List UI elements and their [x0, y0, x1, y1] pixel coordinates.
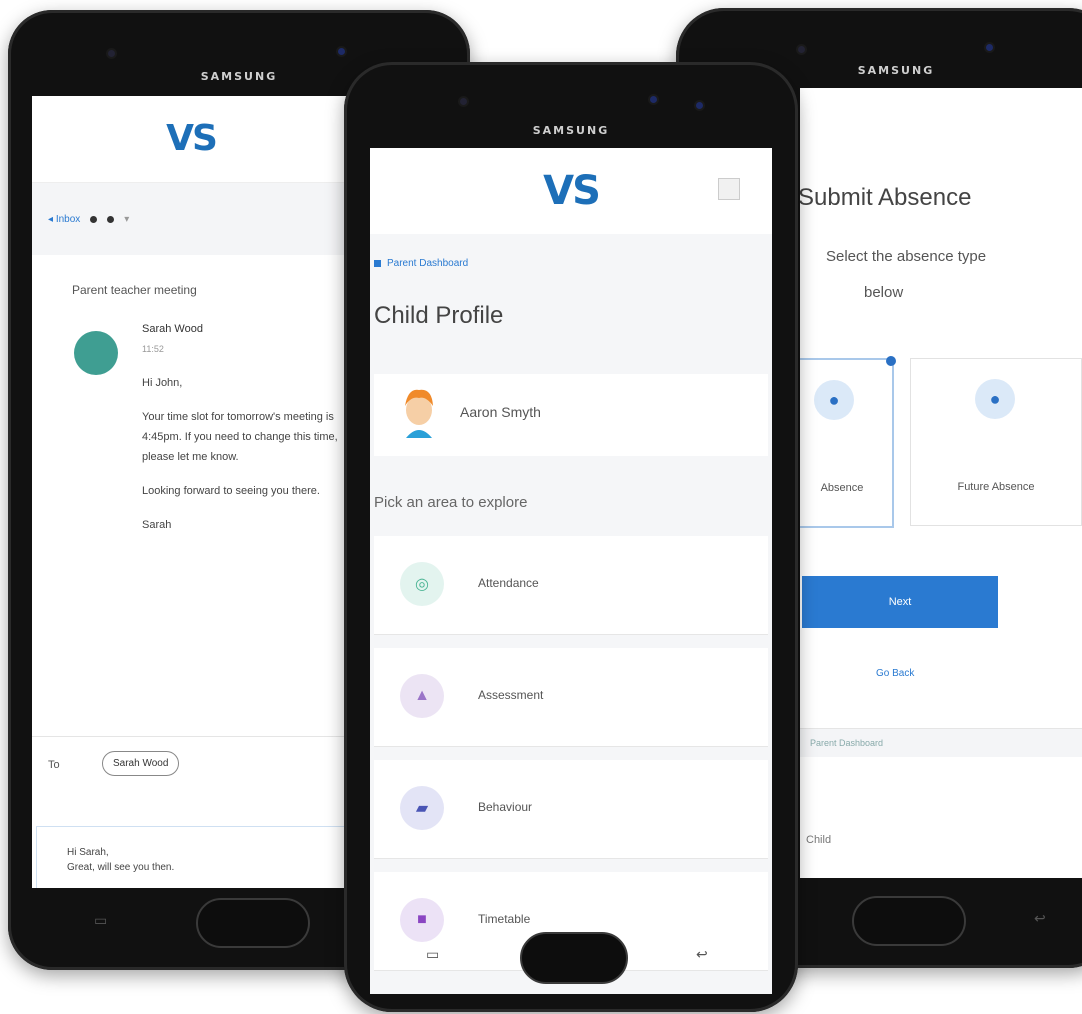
back-key-icon[interactable]: ↩: [696, 946, 708, 963]
sensor-icon: [338, 48, 345, 55]
forward-icon[interactable]: [107, 215, 115, 223]
future-absence-icon: ●: [975, 379, 1015, 419]
child-input[interactable]: Child: [800, 788, 1082, 878]
paragraph: Your time slot for tomorrow's meeting is…: [142, 411, 338, 463]
reply-icon[interactable]: [90, 215, 98, 223]
page-title: Child Profile: [374, 302, 504, 329]
sensor-icon: [986, 44, 993, 51]
absence-screen: × Submit Absence Select the absence type…: [800, 88, 1082, 878]
subtitle: below: [864, 284, 904, 301]
delete-icon[interactable]: ▾: [124, 214, 129, 225]
area-card-assessment[interactable]: ▲ Assessment: [374, 648, 768, 747]
absence-icon: ●: [814, 380, 854, 420]
behaviour-icon: ▰: [400, 786, 444, 830]
child-avatar-icon: [405, 389, 433, 438]
dashboard-icon: [374, 260, 381, 267]
messages-screen: VS ◂ Inbox ▾ Parent teacher meeting Sara…: [32, 96, 350, 888]
home-button[interactable]: [852, 896, 966, 946]
recent-apps-icon[interactable]: ▭: [426, 946, 439, 963]
sensor-icon: [696, 102, 703, 109]
child-card[interactable]: Aaron Smyth: [374, 374, 768, 456]
signoff: Sarah: [142, 519, 172, 531]
menu-icon[interactable]: [718, 178, 740, 200]
message-body: Sarah Wood 11:52 Hi John, Your time slot…: [32, 297, 350, 535]
camera-icon: [108, 50, 115, 57]
back-key-icon[interactable]: ↩: [1034, 910, 1046, 927]
option-absence[interactable]: ● Absence: [800, 356, 896, 528]
main-content: Parent Dashboard Child Profile Aaron Smy…: [370, 234, 772, 994]
assessment-icon: ▲: [400, 674, 444, 718]
app-logo: VS: [166, 118, 218, 159]
message-time: 11:52: [142, 344, 164, 354]
page-title: Submit Absence: [800, 184, 972, 211]
app-header: VS: [32, 96, 350, 183]
message-toolbar: ◂ Inbox ▾: [32, 183, 350, 255]
brand-label: SAMSUNG: [857, 64, 935, 77]
subtitle: Select the absence type: [826, 248, 987, 265]
message-subject: Parent teacher meeting: [72, 283, 197, 297]
home-button[interactable]: [520, 932, 628, 984]
attendance-icon: ◎: [400, 562, 444, 606]
pick-area-heading: Pick an area to explore: [374, 494, 528, 511]
go-back-link[interactable]: Go Back: [876, 668, 914, 679]
child-name: Aaron Smyth: [460, 404, 541, 420]
brand-label: SAMSUNG: [532, 124, 610, 137]
avatar: [74, 331, 118, 375]
app-logo: VS: [543, 168, 601, 214]
next-button[interactable]: Next: [802, 576, 998, 628]
greeting: Hi John,: [142, 377, 183, 389]
camera-icon: [798, 46, 805, 53]
breadcrumb[interactable]: Parent Dashboard: [374, 258, 468, 269]
phone-child-profile: SAMSUNG VS Parent Dashboard Child Profil…: [344, 62, 798, 1012]
option-future-absence[interactable]: ● Future Absence: [910, 358, 1082, 526]
compose-field[interactable]: Hi Sarah, Great, will see you then.: [36, 826, 350, 888]
back-link[interactable]: ◂ Inbox: [48, 214, 80, 225]
timetable-icon: ■: [400, 898, 444, 942]
selected-check-icon: [886, 356, 896, 366]
recipient-chip[interactable]: Sarah Wood: [102, 751, 180, 776]
area-card-behaviour[interactable]: ▰ Behaviour: [374, 760, 768, 859]
camera-icon: [460, 98, 467, 105]
to-label: To: [48, 759, 60, 771]
footer-link[interactable]: Parent Dashboard: [800, 728, 1082, 757]
paragraph: Looking forward to seeing you there.: [142, 485, 320, 497]
reply-recipient-bar: To Sarah Wood: [32, 736, 350, 799]
area-card-attendance[interactable]: ◎ Attendance: [374, 536, 768, 635]
child-profile-screen: VS Parent Dashboard Child Profile Aaron …: [370, 148, 772, 994]
sender-name: Sarah Wood: [142, 323, 203, 335]
app-header: VS: [370, 148, 772, 235]
home-button[interactable]: [196, 898, 310, 948]
sensor-icon: [650, 96, 657, 103]
recent-apps-icon[interactable]: ▭: [94, 912, 107, 929]
